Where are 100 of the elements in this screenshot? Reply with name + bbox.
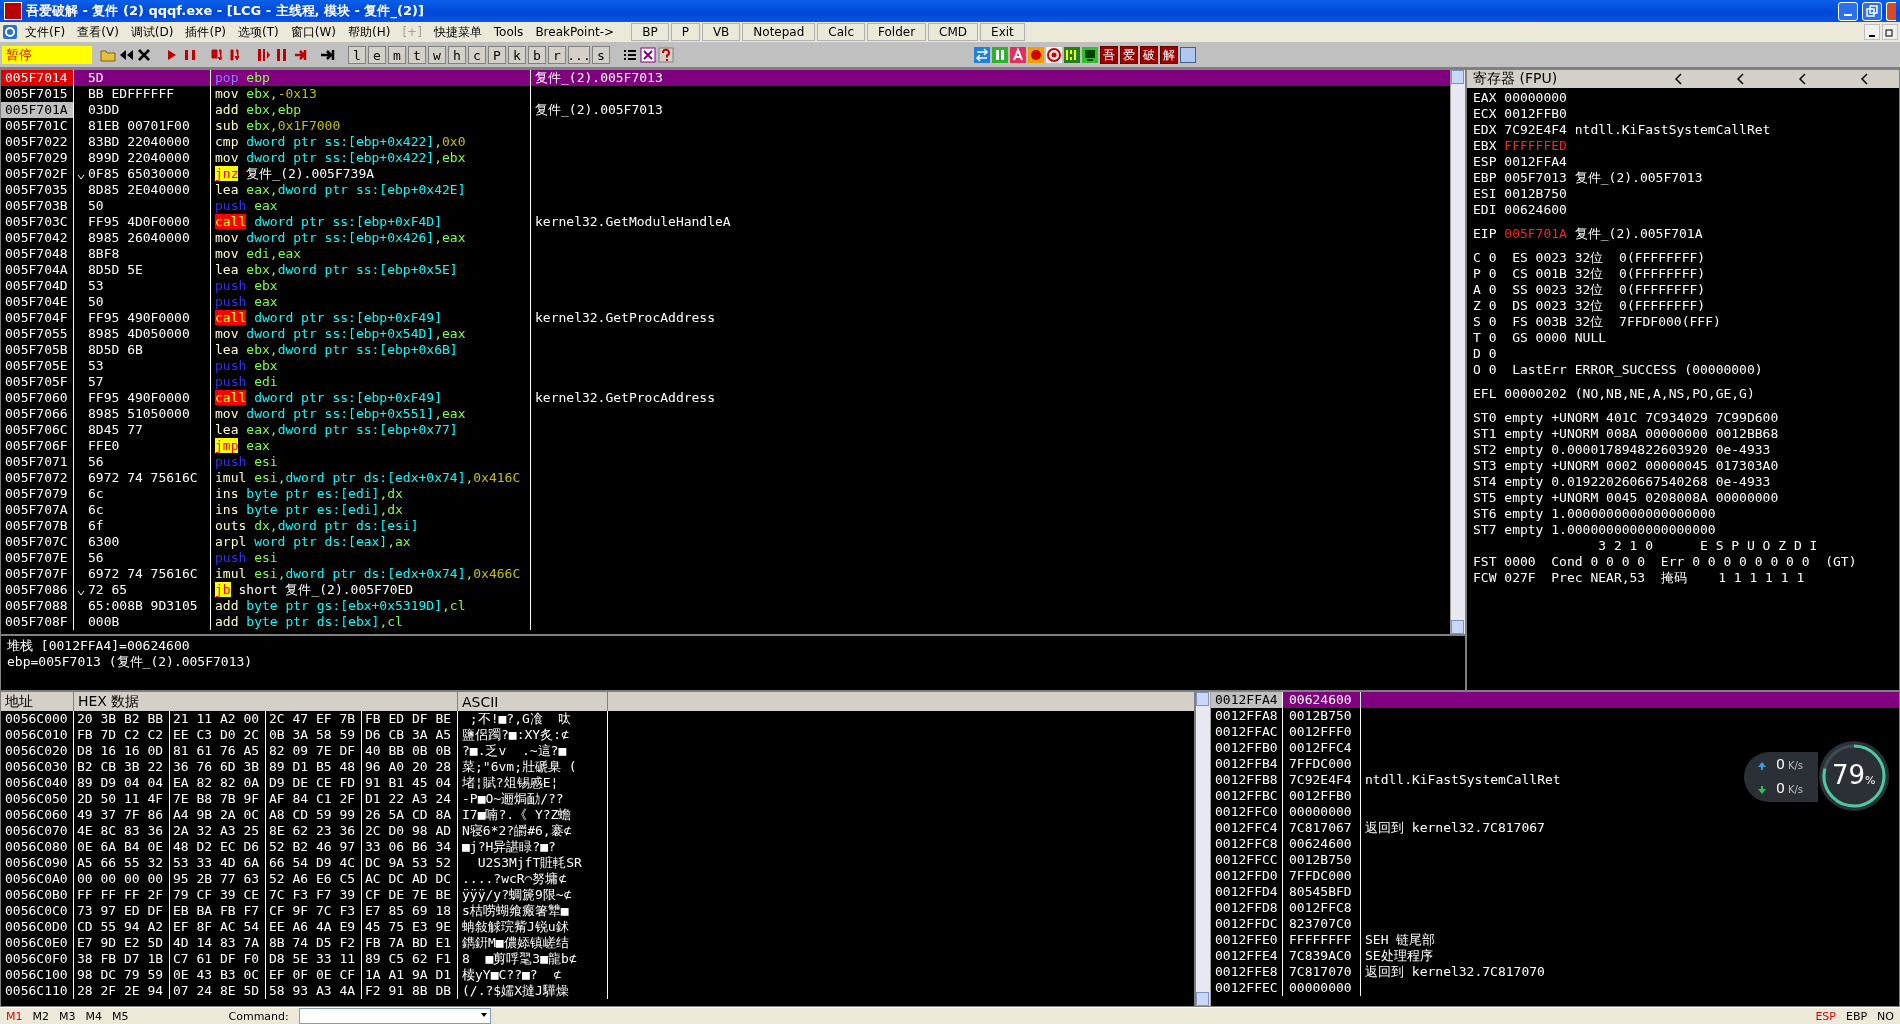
close-icon[interactable]	[136, 47, 152, 63]
memory-tab[interactable]: M2	[32, 1009, 49, 1023]
speed-widget[interactable]	[1744, 752, 1818, 802]
column-header[interactable]: 地址	[1, 692, 74, 711]
hex-cell: 03DD	[88, 102, 120, 118]
toolbar-button[interactable]: k	[508, 46, 526, 64]
swap-icon[interactable]	[974, 47, 990, 63]
pause-icon[interactable]	[992, 47, 1008, 63]
toolbar-button[interactable]: 解	[1160, 46, 1178, 64]
address-cell: 005F705B	[1, 342, 74, 358]
menu-button[interactable]: Exit	[980, 23, 1025, 41]
menu-button[interactable]: BP	[631, 23, 669, 41]
register-line[interactable]: EIP 005F701A 复件_(2).005F701A	[1473, 226, 1893, 242]
toolbar-button[interactable]: t	[408, 46, 426, 64]
register-line[interactable]: EAX 00000000	[1473, 90, 1893, 106]
ascii-cell: 鹽侶躅?■:XY炙:⊄	[462, 727, 569, 742]
return-icon[interactable]	[292, 47, 308, 63]
hex-cell: 07 24 8E 5D	[170, 983, 266, 999]
toolbar-button[interactable]: l	[348, 46, 366, 64]
menu-button[interactable]: VB	[701, 23, 741, 41]
memory-tab[interactable]: M4	[85, 1009, 102, 1023]
toolbar-button[interactable]: 吾	[1100, 46, 1118, 64]
restore-button[interactable]	[1882, 24, 1898, 40]
trace-into-icon[interactable]	[256, 47, 272, 63]
address-cell: 0056C010	[1, 727, 74, 743]
address-cell: 0012FFBC	[1211, 788, 1283, 804]
help-icon[interactable]	[658, 47, 674, 63]
register-line[interactable]: EBP 005F7013 复件_(2).005F7013	[1473, 170, 1893, 186]
toolbar-button[interactable]: w	[428, 46, 446, 64]
register-tab[interactable]: NO	[1877, 1009, 1894, 1023]
letter-a-icon[interactable]	[1010, 47, 1026, 63]
menu-button[interactable]: Notepad	[742, 23, 816, 41]
menu-button[interactable]: Calc	[817, 23, 865, 41]
target-icon[interactable]	[1046, 47, 1062, 63]
menu-item[interactable]: 窗口(W)	[285, 23, 341, 41]
hex-cell: E7 85 69 18	[362, 903, 458, 919]
menu-button[interactable]: CMD	[928, 23, 979, 41]
memory-tab[interactable]: M1	[6, 1009, 23, 1023]
register-tab[interactable]: EBP	[1845, 1009, 1868, 1023]
binary-icon[interactable]	[1064, 47, 1080, 63]
hex-cell: 000B	[88, 614, 120, 630]
menu-button[interactable]: Folder	[867, 23, 927, 41]
register-line[interactable]: EBX FFFFFFED	[1473, 138, 1893, 154]
column-header[interactable]: ASCII	[458, 692, 608, 711]
menu-item[interactable]: 选项(T)	[233, 23, 284, 41]
toolbar-button[interactable]: c	[468, 46, 486, 64]
menu-button[interactable]: P	[670, 23, 700, 41]
register-line[interactable]: EDX 7C92E4F4 ntdll.KiFastSystemCallRet	[1473, 122, 1893, 138]
scrollbar[interactable]	[1450, 70, 1465, 634]
toolbar-button[interactable]: b	[528, 46, 546, 64]
toolbar-button[interactable]: 爱	[1120, 46, 1138, 64]
menu-item[interactable]: 文件(F)	[20, 23, 71, 41]
rewind-icon[interactable]	[118, 47, 134, 63]
toolbar-button[interactable]: P	[488, 46, 506, 64]
row-highlight[interactable]: 0012FFA4 00624600	[1211, 692, 1899, 708]
toolbar-button[interactable]: e	[368, 46, 386, 64]
menu-item[interactable]: Tools	[488, 25, 529, 39]
blank-icon[interactable]	[1180, 47, 1196, 63]
minimize-button[interactable]	[1864, 24, 1880, 40]
hex-cell: D6 CB 3A A5	[362, 727, 458, 743]
memory-tab[interactable]: M3	[59, 1009, 76, 1023]
toolbar-button[interactable]: h	[448, 46, 466, 64]
hex-cell: 20 3B B2 BB	[74, 711, 170, 727]
hex-cell: 8BF8	[88, 246, 120, 262]
list-icon[interactable]	[622, 47, 638, 63]
toolbar-button[interactable]: ...	[568, 46, 590, 64]
pause-icon[interactable]	[182, 47, 198, 63]
register-tab[interactable]: ESP	[1815, 1009, 1836, 1023]
toolbar-button[interactable]: r	[548, 46, 566, 64]
goto-icon[interactable]	[320, 47, 336, 63]
menu-item[interactable]: 帮助(H)	[343, 23, 396, 41]
address-cell: 0012FFB0	[1211, 740, 1283, 756]
register-line[interactable]: ESI 0012B750	[1473, 186, 1893, 202]
menu-item[interactable]: BreakPoint->	[530, 25, 620, 39]
scrollbar[interactable]	[1196, 692, 1211, 1006]
grid-icon[interactable]	[640, 47, 656, 63]
menu-item[interactable]: 快捷菜单	[428, 23, 487, 41]
register-line: EFL 00000202 (NO,NB,NE,A,NS,PO,GE,G)	[1473, 386, 1756, 402]
toolbar-button[interactable]: m	[388, 46, 406, 64]
register-line[interactable]: ESP 0012FFA4	[1473, 154, 1893, 170]
hex-cell: 6c	[88, 486, 104, 502]
toolbar-button[interactable]: 破	[1140, 46, 1158, 64]
register-line[interactable]: ECX 0012FFB0	[1473, 106, 1893, 122]
close-button[interactable]	[1886, 1, 1896, 21]
memory-tab[interactable]: M5	[112, 1009, 129, 1023]
register-line[interactable]: EDI 00624600	[1473, 202, 1893, 218]
menu-item[interactable]: 查看(V)	[72, 23, 124, 41]
address-cell: 0012FFB8	[1211, 772, 1283, 788]
column-header[interactable]: HEX 数据	[74, 692, 458, 711]
toolbar-button[interactable]: s	[592, 46, 610, 64]
hex-cell: 50	[88, 294, 104, 310]
hex-cell: 4E 8C 83 36	[74, 823, 170, 839]
monitor-icon[interactable]	[1082, 47, 1098, 63]
record-icon[interactable]	[1028, 47, 1044, 63]
command-field[interactable]	[298, 1008, 491, 1024]
row-highlight[interactable]: 005F7014 5D pop ebp 复件_(2).005F7013	[1, 70, 1450, 86]
menu-item[interactable]: 插件(P)	[180, 23, 232, 41]
app-logo-icon[interactable]	[2, 24, 18, 40]
menu-item[interactable]: 调试(D)	[125, 23, 179, 41]
hex-cell: A5 66 55 32	[74, 855, 170, 871]
